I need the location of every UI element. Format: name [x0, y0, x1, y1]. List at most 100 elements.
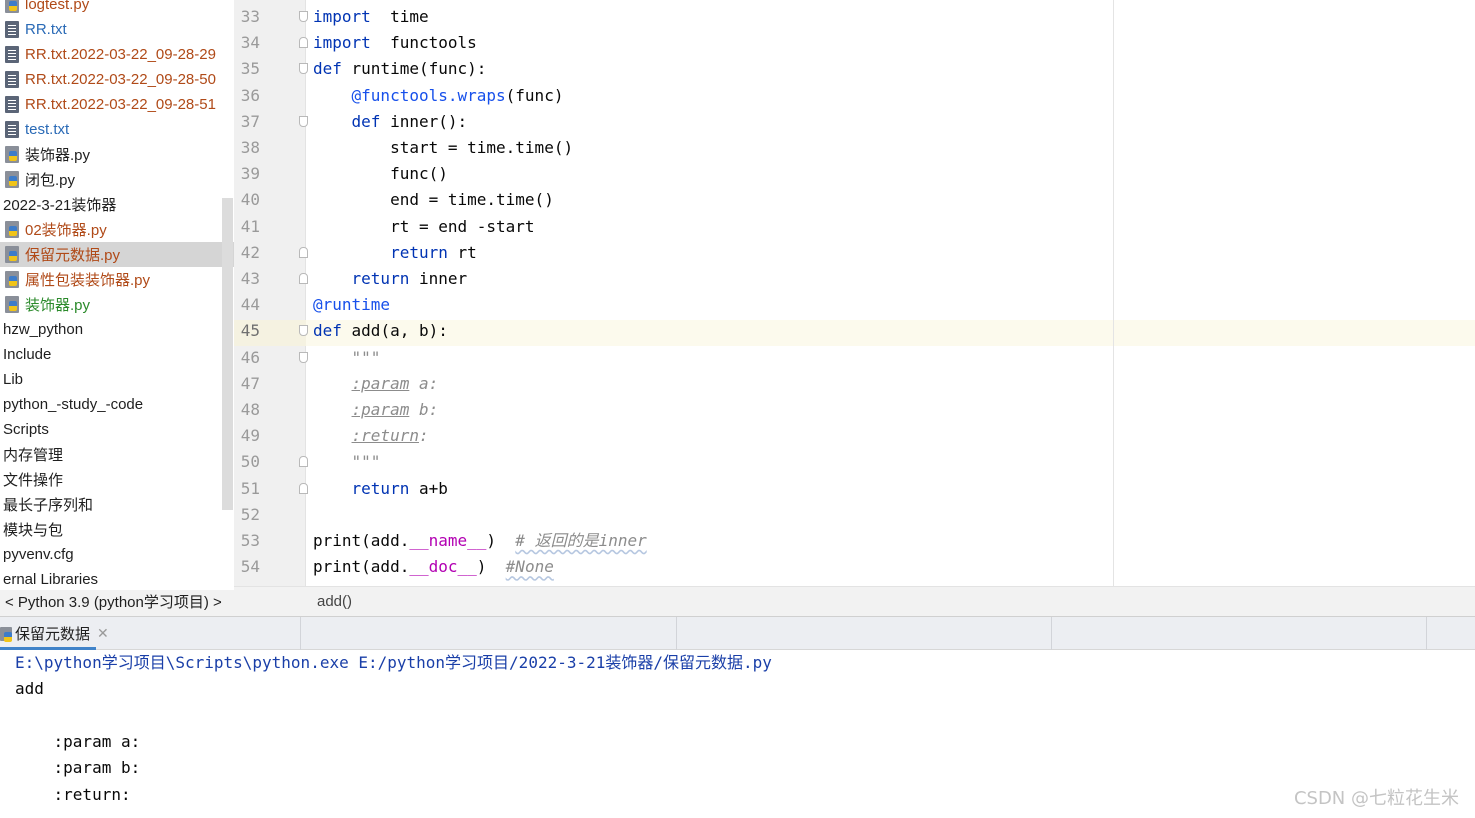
tree-item-label: 保留元数据.py [25, 247, 121, 264]
fold-end-icon[interactable] [299, 273, 308, 284]
run-tab-bar: 保留元数据 ✕ [0, 616, 1475, 651]
code-line: 44 @runtime [234, 292, 1475, 318]
tree-footer-sdk[interactable]: < Python 3.9 (python学习项目) > [0, 590, 234, 616]
tree-item[interactable]: Include [0, 342, 222, 367]
line-number: 37 [240, 111, 260, 131]
code-token: return [351, 478, 410, 498]
tree-item[interactable]: RR.txt.2022-03-22_09-28-50 [0, 67, 222, 92]
code-line: 42 return rt [234, 240, 1475, 266]
console-command-line: E:\python学习项目\Scripts\python.exe E:/pyth… [15, 653, 772, 672]
tree-item[interactable]: RR.txt.2022-03-22_09-28-29 [0, 42, 222, 67]
run-tab[interactable]: 保留元数据 ✕ [0, 617, 112, 650]
fold-start-icon[interactable] [299, 115, 308, 127]
tree-item[interactable]: pyvenv.cfg [0, 542, 222, 567]
code-line: 40 end = time.time() [234, 187, 1475, 213]
line-number: 38 [240, 138, 260, 157]
line-number: 33 [240, 7, 260, 26]
project-tree: logtest.py RR.txt RR.txt.2022-03-22_09-28-… [0, 0, 234, 590]
tree-item[interactable]: RR.txt [0, 17, 222, 42]
tree-item[interactable]: logtest.py [0, 0, 222, 17]
code-token: func() [313, 164, 448, 184]
line-number: 52 [240, 504, 260, 524]
run-console[interactable]: E:\python学习项目\Scripts\python.exe E:/pyth… [0, 650, 1475, 818]
tree-item-label: logtest.py [25, 0, 90, 13]
tree-item[interactable]: 装饰器.py [0, 292, 222, 317]
tree-item[interactable]: 装饰器.py [0, 142, 222, 167]
code-token: return [390, 242, 448, 262]
line-number: 36 [240, 85, 260, 105]
fold-end-icon[interactable] [299, 456, 308, 468]
fold-end-icon[interactable] [299, 482, 308, 494]
tree-item-label: Include [3, 346, 52, 363]
code-token: add(a, b): [341, 321, 448, 341]
console-output-line: :param a: [15, 731, 141, 751]
line-number: 43 [240, 269, 260, 288]
code-text: return a+b [313, 476, 448, 502]
code-line: 34 import functools [234, 30, 1475, 56]
tree-item[interactable]: 属性包装装饰器.py [0, 267, 222, 292]
close-icon[interactable]: ✕ [97, 625, 109, 642]
code-text: print(add.__name__) # 返回的是inner [313, 528, 647, 554]
tree-item-label: 装饰器.py [25, 297, 91, 314]
code-text: :return: [313, 423, 429, 449]
code-text: @runtime [313, 292, 390, 318]
fold-start-icon[interactable] [299, 63, 308, 75]
tree-item[interactable]: Lib [0, 367, 222, 392]
tree-scrollbar[interactable] [222, 198, 233, 510]
code-line: 48 :param b: [234, 397, 1475, 423]
tree-item[interactable]: 内存管理 [0, 442, 222, 467]
code-line: 38 start = time.time() [234, 135, 1475, 161]
tree-item-label: ernal Libraries [3, 571, 99, 588]
code-token: time [370, 7, 429, 26]
code-line: 43 return inner [234, 266, 1475, 292]
code-text: func() [313, 161, 448, 187]
fold-start-icon[interactable] [299, 11, 308, 22]
tree-item[interactable]: 文件操作 [0, 467, 222, 492]
tree-item[interactable]: ernal Libraries [0, 567, 222, 590]
fold-start-icon[interactable] [299, 351, 308, 363]
code-token: print(add. [313, 557, 410, 577]
tree-item-label: 02装饰器.py [25, 222, 107, 239]
tree-item[interactable]: RR.txt.2022-03-22_09-28-51 [0, 92, 222, 117]
tree-item[interactable]: test.txt [0, 117, 222, 142]
tree-item[interactable]: 02装饰器.py [0, 217, 222, 242]
tree-item-label: hzw_python [3, 321, 84, 338]
tree-item[interactable]: python_-study_-code [0, 392, 222, 417]
line-number: 51 [240, 478, 260, 498]
tree-item-label: RR.txt [25, 21, 67, 38]
code-token: @runtime [313, 295, 391, 315]
tab-separator [1426, 617, 1427, 651]
code-editor[interactable]: 33 import time 34 import functools 35 def run… [234, 0, 1475, 586]
code-token: import [313, 33, 371, 53]
code-line: 41 rt = end -start [234, 214, 1475, 240]
python-file-icon [5, 0, 19, 13]
code-text: end = time.time() [313, 187, 554, 213]
tree-item-label: Lib [3, 371, 24, 388]
tree-item[interactable]: 2022-3-21装饰器 [0, 192, 222, 217]
code-text: :param a: [313, 371, 439, 397]
console-output-line: :return: [15, 784, 131, 804]
tree-item[interactable]: 模块与包 [0, 517, 222, 542]
fold-end-icon[interactable] [299, 246, 308, 258]
tree-item[interactable]: 闭包.py [0, 167, 222, 192]
code-text: @functools.wraps(func) [313, 83, 564, 109]
python-file-icon [5, 246, 19, 263]
python-file-icon [5, 171, 19, 188]
line-number: 46 [240, 347, 260, 367]
tree-item[interactable]: hzw_python [0, 317, 222, 342]
tree-item[interactable]: 最长子序列和 [0, 492, 222, 517]
fold-end-icon[interactable] [299, 37, 308, 49]
tab-separator [300, 617, 301, 651]
line-number: 39 [240, 164, 260, 184]
python-file-icon [5, 221, 19, 238]
breadcrumb-item[interactable]: add() [317, 593, 352, 610]
fold-start-icon[interactable] [299, 325, 308, 337]
code-line: 52 [234, 502, 1475, 528]
tree-item[interactable]: Scripts [0, 417, 222, 442]
tree-item-selected[interactable]: 保留元数据.py [0, 242, 234, 267]
watermark: CSDN @七粒花生米 [1293, 788, 1459, 809]
code-token: def [313, 321, 342, 341]
